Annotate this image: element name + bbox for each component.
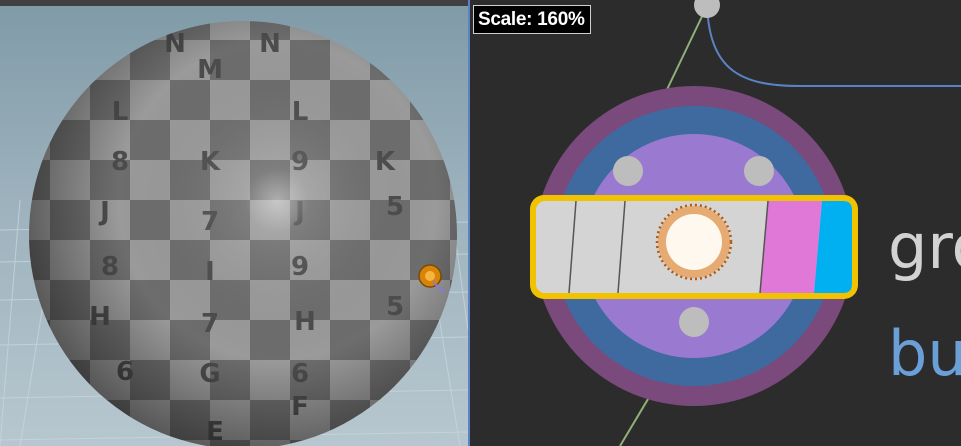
upstream-output-connector [694, 0, 720, 18]
input-connector-2 [744, 156, 774, 186]
checker-sphere: 7 9 M 9 8 K K J J 5 I 8 H H 5 7 6 G 6 F [29, 21, 457, 446]
network-editor[interactable]: gro bu [470, 0, 961, 446]
bypass-flag [760, 201, 822, 293]
selected-node [530, 195, 858, 299]
input-connector-1 [613, 156, 643, 186]
node-name-label[interactable]: gro [888, 216, 961, 278]
wire-blue [706, 5, 961, 87]
viewport-top-bar [0, 0, 468, 6]
output-connector [679, 307, 709, 337]
viewport-canvas: 7 9 M 9 8 K K J J 5 I 8 H H 5 7 6 G 6 F [0, 0, 468, 446]
node-type-label: bu [888, 317, 961, 390]
scale-indicator: Scale: 160% [473, 5, 591, 34]
scene-viewport[interactable]: 7 9 M 9 8 K K J J 5 I 8 H H 5 7 6 G 6 F [0, 0, 468, 446]
node-icon [666, 214, 722, 270]
